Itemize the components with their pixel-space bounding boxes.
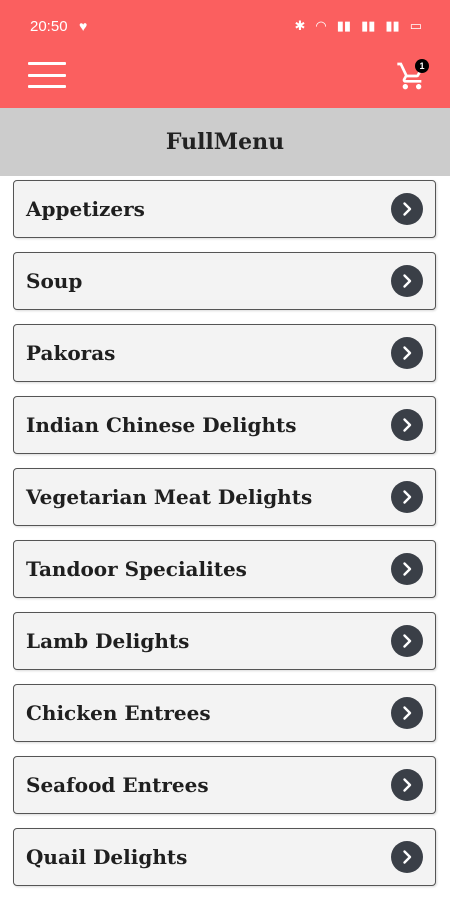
page-title-bar: FullMenu <box>0 108 450 176</box>
cart-count-badge: 1 <box>415 59 429 73</box>
category-item-appetizers[interactable]: Appetizers <box>13 180 436 238</box>
category-label: Vegetarian Meat Delights <box>26 485 313 509</box>
status-time: 20:50 <box>30 18 68 35</box>
menu-line <box>28 73 66 77</box>
category-label: Lamb Delights <box>26 629 190 653</box>
category-label: Tandoor Specialites <box>26 557 247 581</box>
chevron-right-icon[interactable] <box>391 193 423 225</box>
category-label: Appetizers <box>26 197 145 221</box>
category-item-soup[interactable]: Soup <box>13 252 436 310</box>
status-bar: 20:50 ♥ ✱ ◠ ▮▮ ▮▮ ▮▮ ▭ <box>0 0 450 52</box>
chevron-right-icon[interactable] <box>391 625 423 657</box>
signal-icon: ▮▮ <box>336 18 352 33</box>
chevron-right-icon[interactable] <box>391 553 423 585</box>
category-label: Chicken Entrees <box>26 701 211 725</box>
heart-icon: ♥ <box>79 18 88 34</box>
cart-button[interactable]: 1 <box>396 59 430 92</box>
category-label: Soup <box>26 269 83 293</box>
category-item-seafood-entrees[interactable]: Seafood Entrees <box>13 756 436 814</box>
app-bar: 20:50 ♥ ✱ ◠ ▮▮ ▮▮ ▮▮ ▭ 1 <box>0 0 450 108</box>
category-label: Indian Chinese Delights <box>26 413 297 437</box>
signal-icon: ▮▮ <box>385 18 400 33</box>
category-item-indian-chinese-delights[interactable]: Indian Chinese Delights <box>13 396 436 454</box>
chevron-right-icon[interactable] <box>391 769 423 801</box>
chevron-right-icon[interactable] <box>391 841 423 873</box>
bluetooth-icon: ✱ <box>294 18 306 33</box>
wifi-icon: ◠ <box>315 18 327 33</box>
battery-icon: ▭ <box>409 18 422 33</box>
menu-line <box>28 85 66 88</box>
category-item-pakoras[interactable]: Pakoras <box>13 324 436 382</box>
page-title: FullMenu <box>165 129 285 155</box>
status-icons: ✱ ◠ ▮▮ ▮▮ ▮▮ ▭ <box>295 18 422 34</box>
category-item-vegetarian-meat-delights[interactable]: Vegetarian Meat Delights <box>13 468 436 526</box>
category-label: Quail Delights <box>26 845 188 869</box>
category-item-lamb-delights[interactable]: Lamb Delights <box>13 612 436 670</box>
signal-icon: ▮▮ <box>361 18 376 33</box>
category-label: Pakoras <box>26 341 116 365</box>
chevron-right-icon[interactable] <box>391 409 423 441</box>
chevron-right-icon[interactable] <box>391 481 423 513</box>
category-item-chicken-entrees[interactable]: Chicken Entrees <box>13 684 436 742</box>
chevron-right-icon[interactable] <box>391 337 423 369</box>
category-item-quail-delights[interactable]: Quail Delights <box>13 828 436 886</box>
menu-line <box>28 62 66 65</box>
category-item-tandoor-specialites[interactable]: Tandoor Specialites <box>13 540 436 598</box>
chevron-right-icon[interactable] <box>391 697 423 729</box>
chevron-right-icon[interactable] <box>391 265 423 297</box>
category-label: Seafood Entrees <box>26 773 209 797</box>
hamburger-menu-button[interactable] <box>28 62 66 88</box>
app: 20:50 ♥ ✱ ◠ ▮▮ ▮▮ ▮▮ ▭ 1 FullMenu Appeti… <box>0 0 450 900</box>
